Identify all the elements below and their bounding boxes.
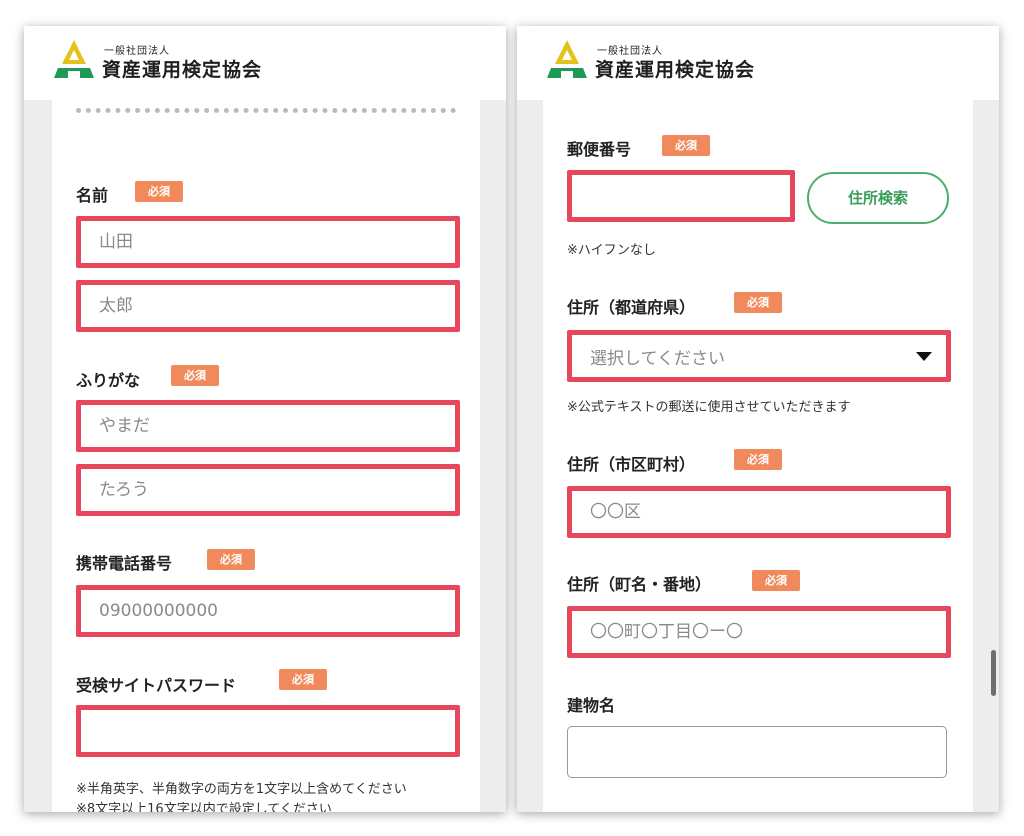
phone-field[interactable] <box>76 585 460 637</box>
postal-code-field[interactable] <box>567 170 795 222</box>
street-input[interactable] <box>572 611 946 653</box>
required-badge: 必須 <box>734 449 782 470</box>
first-name-field[interactable] <box>76 280 460 332</box>
city-field[interactable] <box>567 486 951 538</box>
street-field[interactable] <box>567 606 951 658</box>
required-badge: 必須 <box>734 292 782 313</box>
required-badge: 必須 <box>207 549 255 570</box>
prefecture-select[interactable]: 選択してください <box>567 330 951 382</box>
required-badge: 必須 <box>135 181 183 202</box>
password-input[interactable] <box>81 710 455 752</box>
last-name-kana-input[interactable] <box>81 405 455 447</box>
left-phone-screen: 一般社団法人 資産運用検定協会 名前 必須 ふりがな 必須 携帯電話番号 必須 … <box>24 26 506 812</box>
dotted-divider <box>76 108 456 113</box>
postal-code-input[interactable] <box>572 175 790 217</box>
city-label: 住所（市区町村） <box>567 455 696 474</box>
phone-input[interactable] <box>81 590 455 632</box>
right-phone-screen: 一般社団法人 資産運用検定協会 郵便番号 必須 住所検索 ※ハイフンなし 住所（… <box>517 26 999 812</box>
site-header: 一般社団法人 資産運用検定協会 <box>517 26 999 100</box>
password-note-2: ※8文字以上16文字以内で設定してください <box>76 802 332 812</box>
prefecture-note: ※公式テキストの郵送に使用させていただきます <box>567 400 851 415</box>
site-header: 一般社団法人 資産運用検定協会 <box>24 26 506 100</box>
prefecture-selected-value: 選択してください <box>590 348 725 369</box>
org-name: 資産運用検定協会 <box>102 59 263 81</box>
association-logo-icon <box>54 40 94 78</box>
street-label: 住所（町名・番地） <box>567 575 712 594</box>
address-search-button[interactable]: 住所検索 <box>807 172 949 224</box>
scrollbar-thumb[interactable] <box>991 650 996 696</box>
required-badge: 必須 <box>279 669 327 690</box>
building-label: 建物名 <box>567 696 616 715</box>
password-note-1: ※半角英字、半角数字の両方を1文字以上含めてください <box>76 782 407 797</box>
password-field[interactable] <box>76 705 460 757</box>
building-input[interactable] <box>568 727 946 777</box>
prefecture-label: 住所（都道府県） <box>567 298 696 317</box>
first-name-kana-field[interactable] <box>76 464 460 516</box>
name-label: 名前 <box>76 186 109 205</box>
password-label: 受検サイトパスワード <box>76 676 237 695</box>
building-field[interactable] <box>567 726 947 778</box>
association-logo-icon <box>547 40 587 78</box>
first-name-kana-input[interactable] <box>81 469 455 511</box>
form-area: 郵便番号 必須 住所検索 ※ハイフンなし 住所（都道府県） 必須 選択してくださ… <box>543 100 973 812</box>
postal-code-note: ※ハイフンなし <box>567 243 656 258</box>
first-name-input[interactable] <box>81 285 455 327</box>
city-input[interactable] <box>572 491 946 533</box>
required-badge: 必須 <box>171 365 219 386</box>
phone-label: 携帯電話番号 <box>76 554 173 573</box>
last-name-kana-field[interactable] <box>76 400 460 452</box>
last-name-field[interactable] <box>76 216 460 268</box>
org-name: 資産運用検定協会 <box>595 59 756 81</box>
postal-code-label: 郵便番号 <box>567 140 632 159</box>
required-badge: 必須 <box>662 135 710 156</box>
last-name-input[interactable] <box>81 221 455 263</box>
form-area: 名前 必須 ふりがな 必須 携帯電話番号 必須 受検サイトパスワード 必須 ※半… <box>52 100 480 812</box>
required-badge: 必須 <box>752 570 800 591</box>
dropdown-caret-icon <box>916 351 932 361</box>
furigana-label: ふりがな <box>76 371 141 390</box>
